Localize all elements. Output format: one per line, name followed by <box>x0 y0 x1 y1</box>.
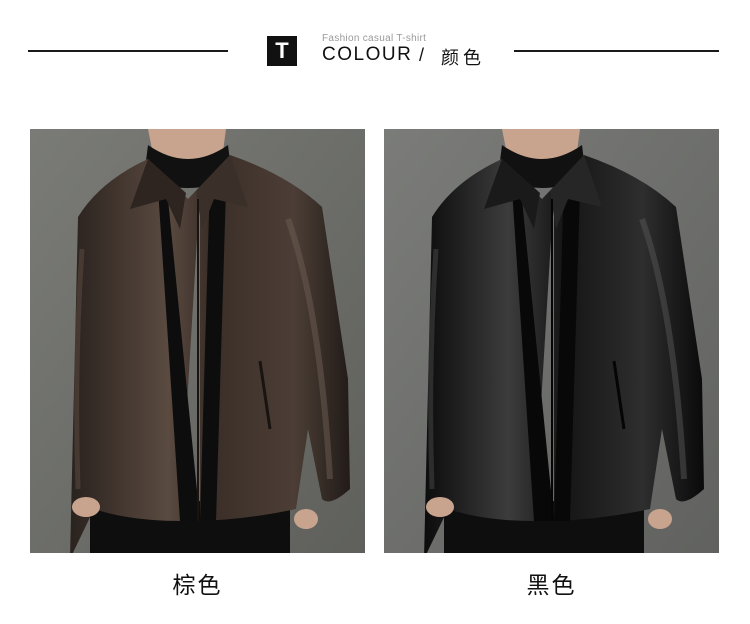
header-divider-right <box>514 50 719 52</box>
header-title: COLOUR <box>322 44 413 65</box>
header-title-cn: 颜色 <box>441 48 485 69</box>
header-divider-left <box>28 50 228 52</box>
caption-black: 黑色 <box>526 573 577 599</box>
header-subtitle: Fashion casual T-shirt <box>322 33 427 44</box>
product-photo-black[interactable] <box>384 129 719 553</box>
caption-brown: 棕色 <box>172 573 223 599</box>
brown-leather-jacket-icon <box>30 129 365 553</box>
t-badge-icon: T <box>267 36 297 66</box>
black-leather-jacket-icon <box>384 129 719 553</box>
product-photo-brown[interactable] <box>30 129 365 553</box>
header-separator: / <box>419 45 425 65</box>
